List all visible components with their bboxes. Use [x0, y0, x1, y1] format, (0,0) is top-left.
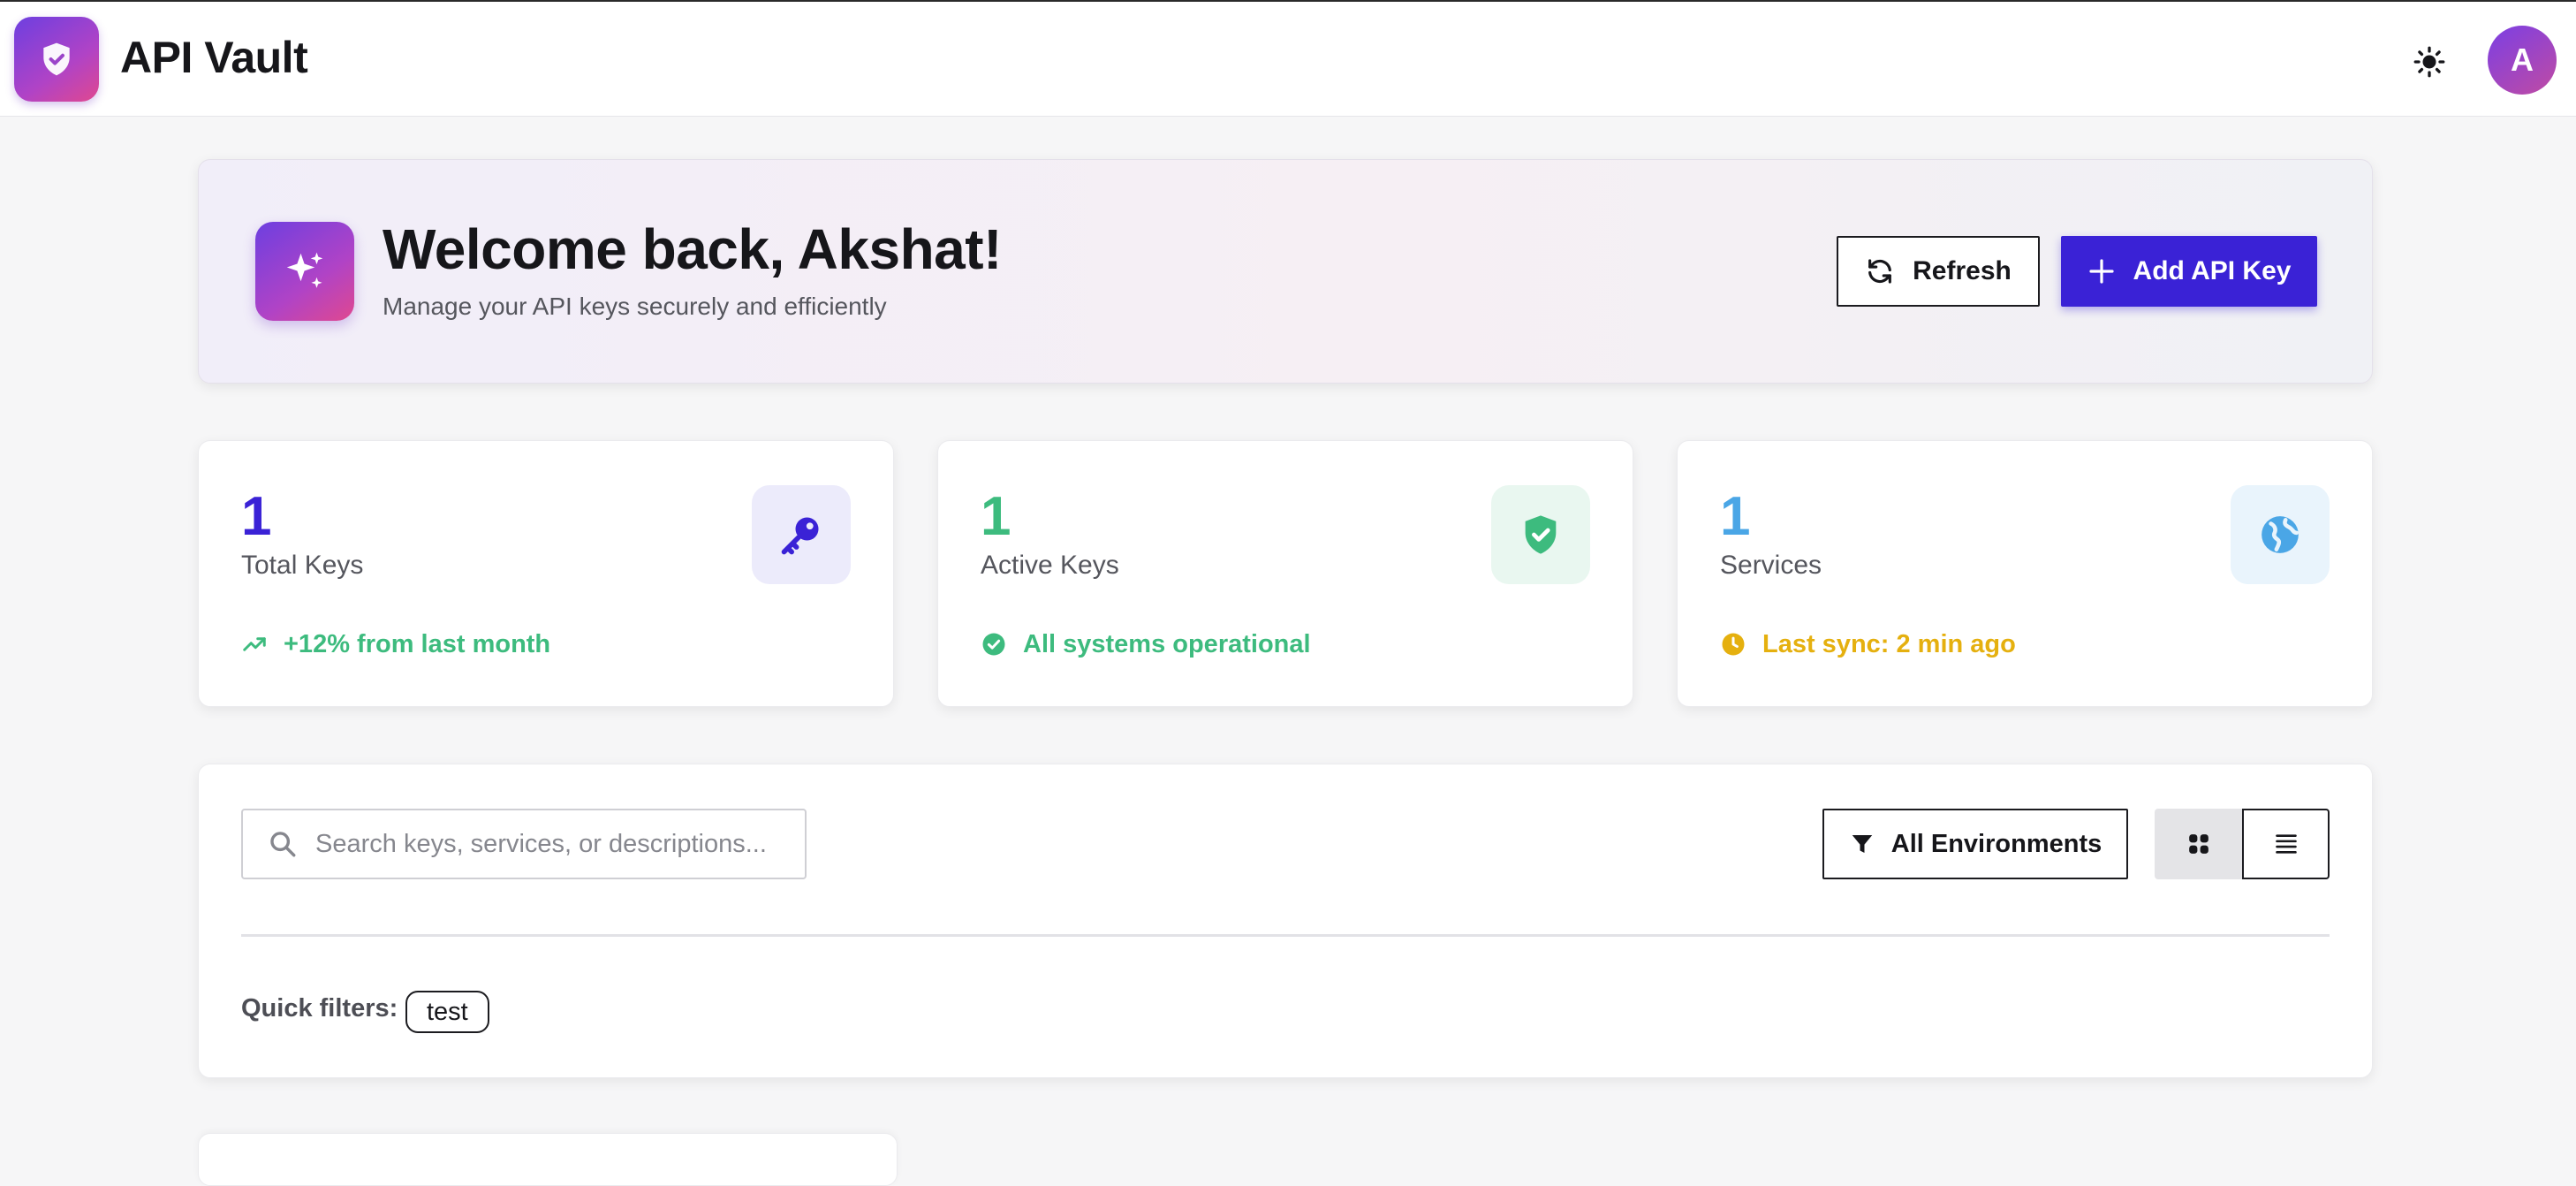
stat-label: Total Keys	[241, 551, 364, 580]
check-circle-icon	[982, 633, 1005, 656]
stat-value: 1	[1720, 486, 1751, 547]
section-divider	[241, 934, 2330, 937]
shield-check-icon	[1525, 515, 1557, 554]
welcome-subtitle: Manage your API keys securely and effici…	[383, 293, 887, 320]
welcome-icon-badge	[255, 222, 354, 321]
stat-status: All systems operational	[981, 627, 1311, 662]
search-input[interactable]	[315, 829, 792, 859]
list-icon	[2275, 834, 2297, 854]
filter-icon	[1852, 835, 1872, 853]
stat-foot-text: Last sync: 2 min ago	[1762, 629, 2016, 658]
stat-trend: +12% from last month	[241, 627, 550, 662]
add-api-key-button[interactable]: Add API Key	[2061, 236, 2317, 307]
stat-label: Active Keys	[981, 551, 1119, 580]
top-bar: API Vault A	[0, 0, 2576, 117]
stat-icon-badge	[752, 485, 851, 584]
add-api-key-label: Add API Key	[2133, 256, 2292, 285]
welcome-title: Welcome back, Akshat!	[383, 217, 1002, 281]
grid-view-button[interactable]	[2155, 809, 2242, 879]
grid-icon	[2188, 834, 2209, 854]
welcome-banner: Welcome back, Akshat! Manage your API ke…	[198, 159, 2373, 384]
refresh-label: Refresh	[1913, 256, 2012, 285]
stat-card-services: 1 Services Last sync: 2 min ago	[1677, 440, 2373, 707]
sparkles-icon	[286, 252, 323, 288]
theme-toggle-button[interactable]	[2408, 41, 2451, 83]
search-box[interactable]	[241, 809, 807, 879]
quick-filter-chip[interactable]: test	[405, 991, 489, 1033]
sun-icon	[2413, 46, 2445, 78]
list-view-button[interactable]	[2242, 809, 2330, 879]
stat-icon-badge	[1491, 485, 1590, 584]
api-key-card[interactable]	[198, 1133, 898, 1186]
trending-up-icon	[243, 637, 266, 651]
environment-filter-button[interactable]: All Environments	[1822, 809, 2128, 879]
stat-foot-text: All systems operational	[1023, 629, 1311, 658]
environment-filter-label: All Environments	[1890, 829, 2102, 858]
globe-icon	[2262, 516, 2299, 553]
stat-sync: Last sync: 2 min ago	[1720, 627, 2016, 662]
view-mode-toggle	[2155, 809, 2330, 879]
stat-card-active-keys: 1 Active Keys All systems operational	[937, 440, 1633, 707]
stat-card-total-keys: 1 Total Keys +12% from last month	[198, 440, 894, 707]
refresh-icon	[1868, 259, 1892, 284]
app-title: API Vault	[120, 33, 308, 82]
user-avatar[interactable]: A	[2488, 26, 2557, 95]
app-logo[interactable]	[14, 17, 99, 102]
stat-icon-badge	[2231, 485, 2330, 584]
stat-value: 1	[981, 486, 1011, 547]
stat-foot-text: +12% from last month	[284, 629, 551, 658]
search-icon	[268, 829, 298, 859]
refresh-button[interactable]: Refresh	[1837, 236, 2040, 307]
stat-value: 1	[241, 486, 272, 547]
clock-icon	[1722, 633, 1745, 656]
key-icon	[781, 517, 819, 555]
filter-panel: All Environments Quick filters: test	[198, 764, 2373, 1078]
quick-filters-label: Quick filters:	[241, 994, 398, 1023]
stat-label: Services	[1720, 551, 1822, 580]
shield-check-icon	[43, 42, 70, 76]
plus-icon	[2088, 259, 2114, 284]
